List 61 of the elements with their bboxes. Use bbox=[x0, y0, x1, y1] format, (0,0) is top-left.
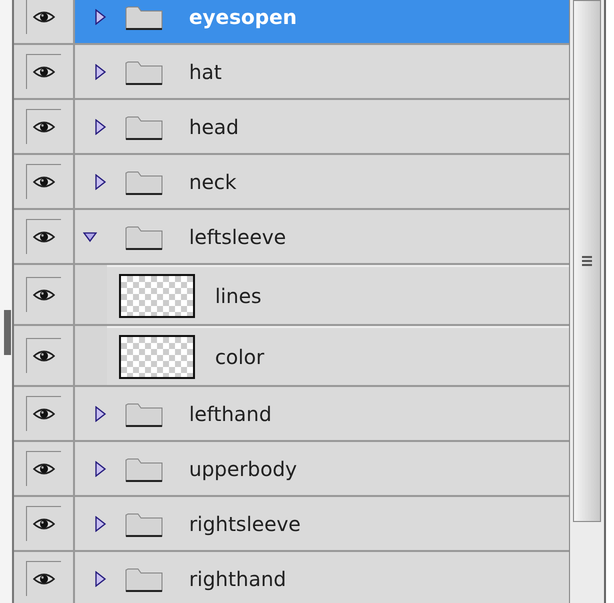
folder-icon bbox=[124, 566, 163, 592]
layer-name: head bbox=[188, 114, 239, 138]
layer-name: lefthand bbox=[188, 402, 272, 426]
visibility-toggle[interactable] bbox=[26, 561, 61, 596]
folder-icon bbox=[124, 456, 163, 482]
expand-triangle-icon[interactable] bbox=[92, 174, 107, 190]
layer-name: righthand bbox=[188, 566, 286, 590]
eye-icon bbox=[32, 407, 55, 421]
expand-triangle-icon[interactable] bbox=[92, 406, 107, 422]
layer-name: leftsleeve bbox=[188, 224, 286, 248]
layer-name: eyesopen bbox=[188, 4, 297, 28]
eye-icon bbox=[32, 175, 55, 189]
visibility-toggle[interactable] bbox=[26, 338, 61, 373]
layer-row[interactable]: neck bbox=[74, 155, 570, 208]
eye-icon bbox=[32, 288, 55, 302]
eye-icon bbox=[32, 120, 55, 134]
layer-row[interactable]: hat bbox=[74, 45, 570, 98]
layer-name: upperbody bbox=[188, 456, 297, 480]
expand-triangle-icon[interactable] bbox=[92, 64, 107, 80]
eye-icon bbox=[32, 349, 55, 363]
visibility-toggle[interactable] bbox=[26, 396, 61, 431]
folder-icon bbox=[124, 510, 163, 536]
folder-icon bbox=[124, 400, 163, 426]
visibility-toggle[interactable] bbox=[26, 54, 61, 89]
splitter-handle[interactable] bbox=[4, 310, 11, 355]
visibility-toggle[interactable] bbox=[26, 277, 61, 312]
eye-icon bbox=[32, 572, 55, 586]
layer-name: rightsleeve bbox=[188, 512, 301, 536]
folder-icon bbox=[124, 114, 163, 140]
expand-triangle-icon[interactable] bbox=[92, 118, 107, 134]
expand-triangle-icon[interactable] bbox=[92, 516, 107, 532]
visibility-toggle[interactable] bbox=[26, 164, 61, 199]
eye-icon bbox=[32, 517, 55, 531]
visibility-toggle[interactable] bbox=[26, 219, 61, 254]
folder-icon bbox=[124, 224, 163, 250]
layer-row[interactable]: upperbody bbox=[74, 442, 570, 495]
eye-icon bbox=[32, 230, 55, 244]
layer-name: lines bbox=[214, 284, 262, 308]
eye-icon bbox=[32, 65, 55, 79]
visibility-toggle[interactable] bbox=[26, 451, 61, 486]
layer-row[interactable]: righthand bbox=[74, 552, 570, 603]
expand-triangle-icon[interactable] bbox=[92, 570, 107, 586]
expand-triangle-icon[interactable] bbox=[92, 8, 107, 24]
eye-icon bbox=[32, 462, 55, 476]
visibility-toggle[interactable] bbox=[26, 506, 61, 541]
eye-icon bbox=[32, 10, 55, 24]
layer-row[interactable]: rightsleeve bbox=[74, 497, 570, 550]
folder-icon bbox=[124, 168, 163, 194]
layer-name: neck bbox=[188, 170, 236, 194]
folder-icon bbox=[124, 4, 163, 30]
folder-icon bbox=[124, 58, 163, 84]
layer-row[interactable]: leftsleeve bbox=[74, 210, 570, 263]
scrollbar[interactable] bbox=[569, 0, 604, 603]
layer-row[interactable]: head bbox=[74, 100, 570, 153]
layer-name: hat bbox=[188, 60, 222, 84]
layer-row[interactable]: lefthand bbox=[74, 387, 570, 440]
visibility-toggle[interactable] bbox=[26, 109, 61, 144]
expand-triangle-icon[interactable] bbox=[92, 460, 107, 476]
layer-row[interactable]: color bbox=[106, 326, 570, 385]
layer-row[interactable]: lines bbox=[106, 265, 570, 324]
layer-name: color bbox=[214, 344, 264, 368]
